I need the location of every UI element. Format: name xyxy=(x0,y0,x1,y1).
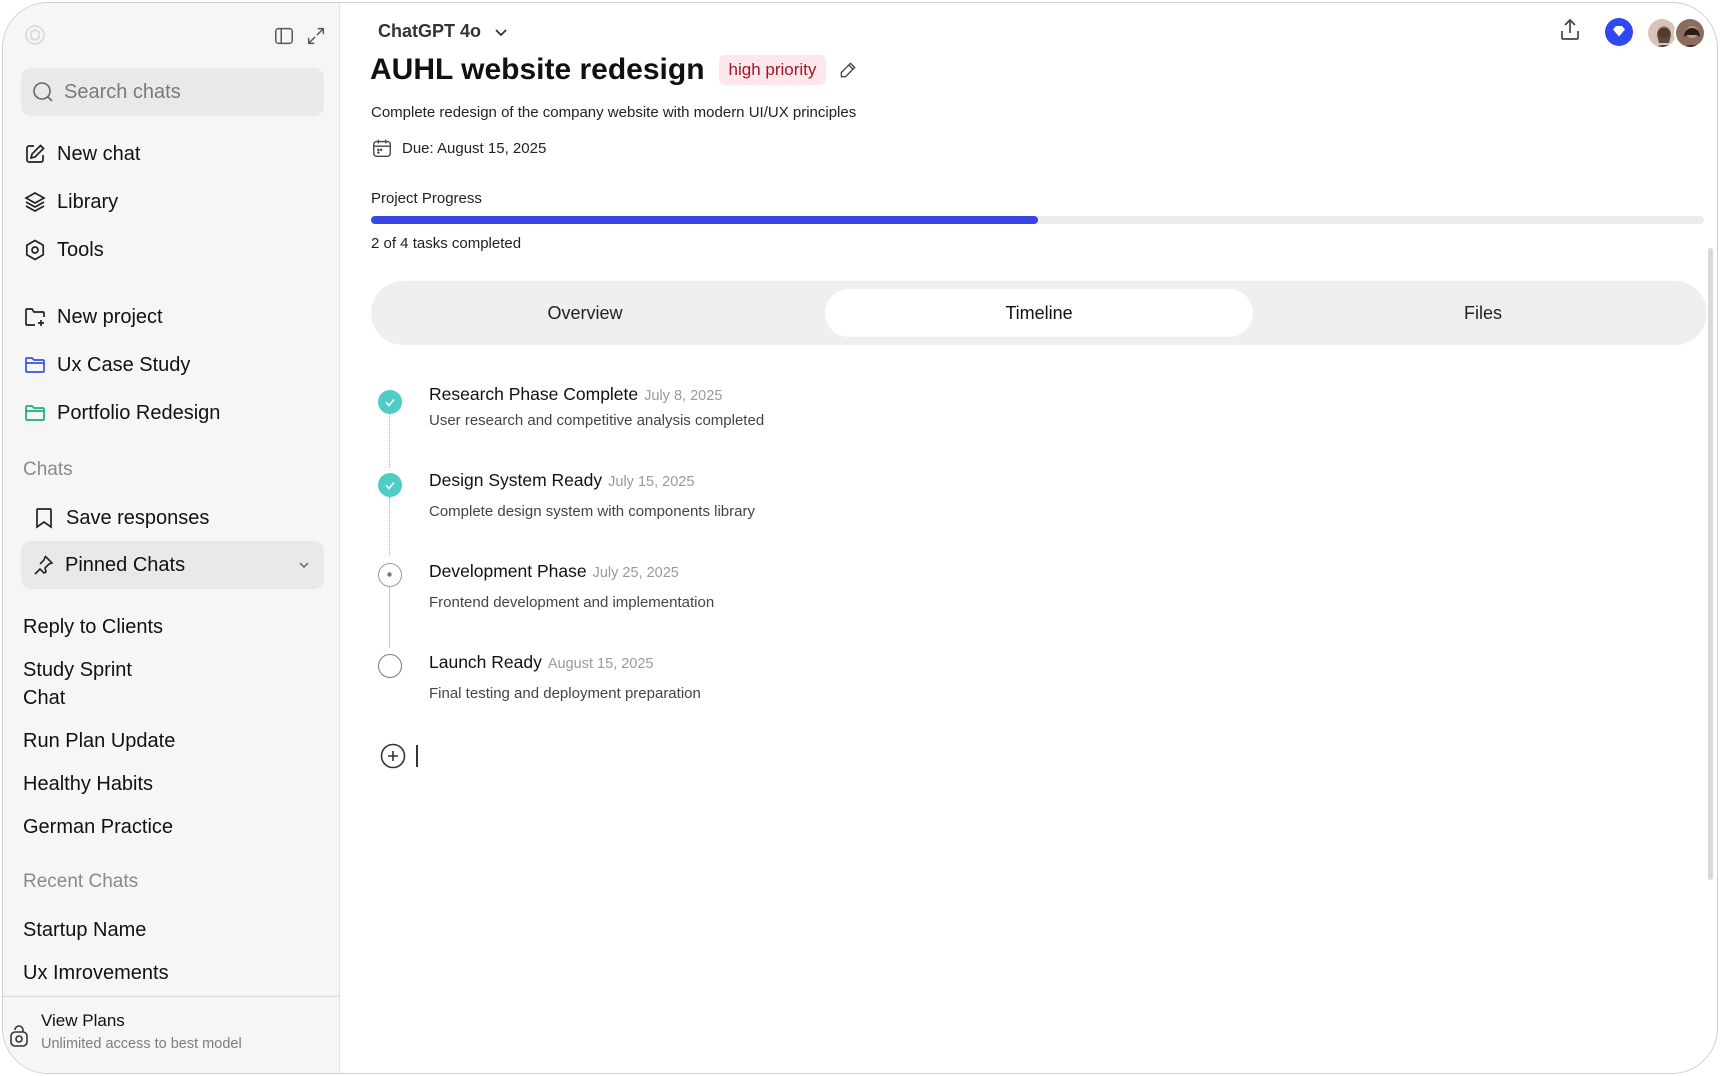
chat-item[interactable]: Ux Imrovements xyxy=(23,959,253,987)
project-portfolio-redesign[interactable]: Portfolio Redesign xyxy=(23,396,220,430)
main-content: ChatGPT 4o AUHL website redesign high pr… xyxy=(340,3,1717,1073)
expand-icon[interactable] xyxy=(305,25,327,47)
library-button[interactable]: Library xyxy=(23,185,118,219)
logo-icon[interactable] xyxy=(23,23,47,47)
folder-icon xyxy=(25,357,45,373)
sidebar-header xyxy=(3,3,339,67)
project-header: AUHL website redesign high priority xyxy=(370,53,858,87)
add-milestone-button[interactable] xyxy=(380,743,406,769)
new-chat-label: New chat xyxy=(57,142,141,165)
bookmark-icon xyxy=(36,508,52,529)
library-label: Library xyxy=(57,190,119,213)
milestone-date: August 15, 2025 xyxy=(547,656,654,672)
pinned-chats-label: Pinned Chats xyxy=(65,553,186,576)
progress-fill xyxy=(371,216,1038,224)
chat-item[interactable]: German Practice xyxy=(23,813,253,841)
text-cursor[interactable] xyxy=(416,745,418,767)
check-icon xyxy=(378,390,402,414)
tab-files[interactable]: Files xyxy=(1269,289,1697,337)
recent-chats-title: Recent Chats xyxy=(23,871,139,892)
chat-item[interactable]: Study Sprint Chat xyxy=(23,656,153,712)
milestone-date: July 15, 2025 xyxy=(608,474,695,490)
pin-icon xyxy=(34,555,54,575)
diamond-icon[interactable] xyxy=(1604,17,1634,47)
milestone-name: Research Phase Complete xyxy=(429,384,639,404)
milestone-name: Design System Ready xyxy=(429,470,603,490)
project-label: Portfolio Redesign xyxy=(57,401,221,424)
chat-item[interactable]: Run Plan Update xyxy=(23,727,253,755)
project-ux-case-study[interactable]: Ux Case Study xyxy=(23,348,190,382)
progress-text: 2 of 4 tasks completed xyxy=(371,235,522,252)
priority-badge: high priority xyxy=(718,55,827,85)
milestone-description: Frontend development and implementation xyxy=(429,594,715,611)
progress-label: Project Progress xyxy=(371,190,482,207)
sidebar: New chat Library Tools New project Ux Ca… xyxy=(3,3,340,1073)
milestone-description: User research and competitive analysis c… xyxy=(429,412,765,429)
project-label: Ux Case Study xyxy=(57,353,191,376)
milestone-description: Final testing and deployment preparation xyxy=(429,685,701,702)
project-description: Complete redesign of the company website… xyxy=(371,104,857,121)
due-date-label: Due: August 15, 2025 xyxy=(402,139,547,157)
milestone-title: Launch Ready August 15, 2025 xyxy=(429,652,654,673)
folder-icon xyxy=(25,405,45,421)
tools-label: Tools xyxy=(57,238,104,261)
tools-button[interactable]: Tools xyxy=(23,233,104,267)
app-window: New chat Library Tools New project Ux Ca… xyxy=(2,2,1718,1074)
scrollbar[interactable] xyxy=(1708,248,1713,880)
chat-item[interactable]: Healthy Habits xyxy=(23,770,253,798)
chat-item[interactable]: Startup Name xyxy=(23,916,253,944)
toggle-sidebar-icon[interactable] xyxy=(273,25,295,47)
milestone-name: Launch Ready xyxy=(429,652,542,672)
timeline-connector xyxy=(389,497,390,555)
chevron-down-icon xyxy=(299,562,309,569)
tab-overview[interactable]: Overview xyxy=(371,289,799,337)
chat-item[interactable]: Reply to Clients xyxy=(23,613,253,641)
milestone-date: July 25, 2025 xyxy=(592,565,679,581)
share-icon[interactable] xyxy=(1558,17,1582,43)
tab-bar: Overview Timeline Files xyxy=(371,281,1707,345)
milestone-title: Research Phase Complete July 8, 2025 xyxy=(429,384,722,405)
save-responses-label: Save responses xyxy=(66,506,210,529)
new-chat-button[interactable]: New chat xyxy=(23,137,140,171)
pending-icon xyxy=(378,654,402,678)
tools-icon xyxy=(25,239,45,261)
edit-icon xyxy=(26,144,45,163)
avatar-image xyxy=(1676,19,1704,47)
search-box[interactable] xyxy=(21,68,324,116)
calendar-icon xyxy=(373,139,391,157)
layers-icon xyxy=(24,192,46,212)
progress-bar xyxy=(371,216,1704,224)
timeline: Research Phase Complete July 8, 2025 User… xyxy=(371,373,1271,713)
model-label: ChatGPT 4o xyxy=(378,21,482,41)
save-responses-button[interactable]: Save responses xyxy=(32,501,209,535)
search-icon xyxy=(33,82,53,102)
in-progress-icon xyxy=(378,563,402,587)
pencil-icon[interactable] xyxy=(838,60,858,80)
avatar[interactable] xyxy=(1674,17,1706,49)
check-icon xyxy=(378,473,402,497)
due-date: Due: August 15, 2025 xyxy=(371,137,546,159)
milestone-title: Development Phase July 25, 2025 xyxy=(429,561,679,582)
milestone-name: Development Phase xyxy=(429,561,587,581)
milestone-date: July 8, 2025 xyxy=(644,388,723,404)
chats-section-title: Chats xyxy=(23,459,73,480)
search-input[interactable] xyxy=(64,80,304,104)
view-plans-subtitle: Unlimited access to best model xyxy=(41,1036,242,1052)
new-project-label: New project xyxy=(57,305,163,328)
milestone-description: Complete design system with components l… xyxy=(429,503,755,520)
view-plans-button[interactable]: View Plans Unlimited access to best mode… xyxy=(3,996,339,1073)
chevron-down-icon xyxy=(495,28,507,36)
model-selector[interactable]: ChatGPT 4o xyxy=(378,21,509,42)
view-plans-title: View Plans xyxy=(41,1011,125,1030)
new-project-button[interactable]: New project xyxy=(23,300,163,334)
timeline-connector xyxy=(389,586,390,648)
pinned-chats-dropdown[interactable]: Pinned Chats xyxy=(21,541,324,589)
milestone-title: Design System Ready July 15, 2025 xyxy=(429,470,694,491)
plans-icon xyxy=(10,1025,28,1047)
page-title: AUHL website redesign xyxy=(370,53,705,86)
tab-timeline[interactable]: Timeline xyxy=(825,289,1253,337)
new-project-icon xyxy=(25,308,45,326)
timeline-connector xyxy=(389,413,390,467)
